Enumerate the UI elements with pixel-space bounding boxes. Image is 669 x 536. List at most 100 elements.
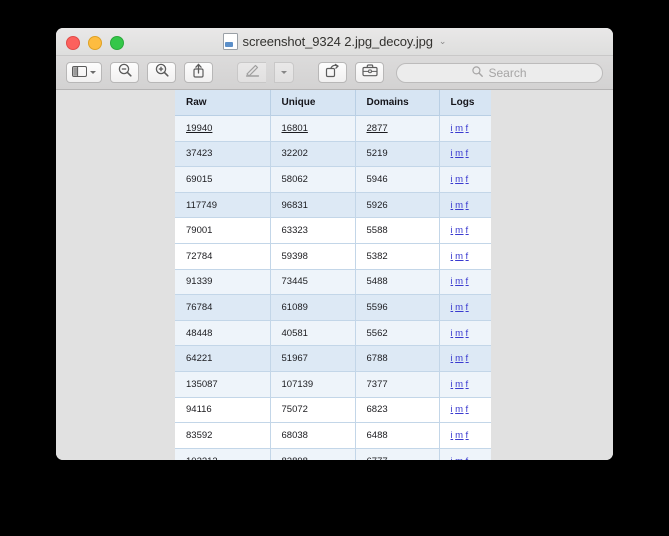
zoom-out-button[interactable] xyxy=(110,62,139,83)
log-link-f[interactable]: f xyxy=(466,302,469,313)
chevron-down-icon xyxy=(90,71,96,74)
log-link-f[interactable]: f xyxy=(466,251,469,262)
log-link-m[interactable]: m xyxy=(455,225,463,236)
table-row[interactable]: 102213 82898 6777 imf xyxy=(175,448,491,460)
log-link-group: imf xyxy=(451,148,471,159)
cell-domains: 6488 xyxy=(355,422,440,449)
markup-pen-icon xyxy=(245,63,260,82)
sidebar-toggle-button[interactable] xyxy=(66,62,102,83)
log-link-group: imf xyxy=(451,404,471,415)
log-link-m[interactable]: m xyxy=(455,353,463,364)
table-row[interactable]: 64221 51967 6788 i m f xyxy=(175,345,491,372)
column-header-domains[interactable]: Domains xyxy=(355,90,440,116)
log-link-i[interactable]: i xyxy=(451,430,454,441)
search-placeholder: Search xyxy=(488,65,527,80)
log-link-m[interactable]: m xyxy=(455,430,463,441)
column-header-logs[interactable]: Logs xyxy=(439,90,491,116)
log-link-f[interactable]: f xyxy=(466,379,469,390)
column-header-unique[interactable]: Unique xyxy=(270,90,356,116)
log-link-i[interactable]: i xyxy=(451,251,454,262)
log-link-group: imf xyxy=(451,328,471,339)
table-row[interactable]: 72784 59398 5382 i m f xyxy=(175,243,491,270)
log-link-m[interactable]: m xyxy=(455,174,463,185)
table-row[interactable]: 135087 107139 7377 i m f xyxy=(175,371,491,398)
cell-unique: 73445 xyxy=(270,269,356,296)
log-link-f[interactable]: f xyxy=(466,328,469,339)
table-row[interactable]: 117749 96831 5926 i m f xyxy=(175,192,491,219)
table-row[interactable]: 69015 58062 5946 i m f xyxy=(175,166,491,193)
cell-unique: 82898 xyxy=(270,448,356,460)
window-titlebar[interactable]: screenshot_9324 2.jpg_decoy.jpg ⌄ xyxy=(56,28,613,56)
desktop-canvas: screenshot_9324 2.jpg_decoy.jpg ⌄ Search… xyxy=(0,0,669,536)
markup-button[interactable] xyxy=(237,62,266,83)
share-button[interactable] xyxy=(184,62,213,83)
cell-raw: 117749 xyxy=(175,192,271,219)
log-link-i[interactable]: i xyxy=(451,200,454,211)
log-link-m[interactable]: m xyxy=(455,302,463,313)
log-link-f[interactable]: f xyxy=(466,276,469,287)
table-row[interactable]: 79001 63323 5588 i m f xyxy=(175,217,491,244)
cell-value: 5382 xyxy=(366,250,388,262)
cell-value: 51967 xyxy=(281,353,308,365)
log-link-group: imf xyxy=(451,225,471,236)
log-link-m[interactable]: m xyxy=(455,456,463,460)
stats-table: Raw Unique Domains Logs 19940 16801 2877 i m… xyxy=(175,90,491,460)
log-link-f[interactable]: f xyxy=(466,353,469,364)
log-link-i[interactable]: i xyxy=(451,353,454,364)
table-row[interactable]: 76784 61089 5596 i m f xyxy=(175,294,491,321)
log-link-i[interactable]: i xyxy=(451,328,454,339)
image-viewport[interactable]: Raw Unique Domains Logs 19940 16801 2877 i m… xyxy=(56,90,613,460)
log-link-m[interactable]: m xyxy=(455,276,463,287)
cell-unique: 107139 xyxy=(270,371,356,398)
cell-raw: 76784 xyxy=(175,294,271,321)
cell-value: 79001 xyxy=(186,225,213,237)
cell-raw: 69015 xyxy=(175,166,271,193)
log-link-i[interactable]: i xyxy=(451,456,454,460)
log-link-i[interactable]: i xyxy=(451,379,454,390)
cell-value: 40581 xyxy=(281,327,308,339)
log-link-m[interactable]: m xyxy=(455,148,463,159)
table-header: Raw Unique Domains Logs xyxy=(175,90,491,116)
markup-options-button[interactable] xyxy=(274,62,294,83)
log-link-m[interactable]: m xyxy=(455,328,463,339)
cell-logs: imf xyxy=(439,320,491,347)
table-row[interactable]: 37423 32202 5219 i m f xyxy=(175,141,491,168)
log-link-i[interactable]: i xyxy=(451,404,454,415)
cell-raw: 94116 xyxy=(175,397,271,424)
log-link-f[interactable]: f xyxy=(466,430,469,441)
cell-value: 32202 xyxy=(281,148,308,160)
chevron-down-icon[interactable]: ⌄ xyxy=(439,36,447,47)
log-link-m[interactable]: m xyxy=(455,379,463,390)
search-input[interactable]: Search xyxy=(396,62,603,83)
table-row[interactable]: 19940 16801 2877 i m f xyxy=(175,115,491,142)
log-link-f[interactable]: f xyxy=(466,148,469,159)
log-link-m[interactable]: m xyxy=(455,251,463,262)
table-row[interactable]: 48448 40581 5562 i m f xyxy=(175,320,491,347)
log-link-f[interactable]: f xyxy=(466,123,469,134)
table-row[interactable]: 94116 75072 6823 i m f xyxy=(175,397,491,424)
log-link-i[interactable]: i xyxy=(451,123,454,134)
log-link-f[interactable]: f xyxy=(466,404,469,415)
log-link-i[interactable]: i xyxy=(451,302,454,313)
log-link-f[interactable]: f xyxy=(466,225,469,236)
log-link-m[interactable]: m xyxy=(455,123,463,134)
log-link-i[interactable]: i xyxy=(451,276,454,287)
log-link-m[interactable]: m xyxy=(455,200,463,211)
rotate-left-button[interactable] xyxy=(318,62,347,83)
markup-toolbox-button[interactable] xyxy=(355,62,384,83)
log-link-f[interactable]: f xyxy=(466,200,469,211)
zoom-in-button[interactable] xyxy=(147,62,176,83)
cell-raw: 83592 xyxy=(175,422,271,449)
cell-unique: 63323 xyxy=(270,217,356,244)
log-link-f[interactable]: f xyxy=(466,174,469,185)
log-link-i[interactable]: i xyxy=(451,148,454,159)
log-link-i[interactable]: i xyxy=(451,225,454,236)
cell-value: 102213 xyxy=(186,456,218,460)
log-link-m[interactable]: m xyxy=(455,404,463,415)
cell-value: 5562 xyxy=(366,327,388,339)
log-link-f[interactable]: f xyxy=(466,456,469,460)
log-link-i[interactable]: i xyxy=(451,174,454,185)
table-row[interactable]: 83592 68038 6488 i m f xyxy=(175,422,491,449)
column-header-raw[interactable]: Raw xyxy=(175,90,271,116)
table-row[interactable]: 91339 73445 5488 i m f xyxy=(175,269,491,296)
